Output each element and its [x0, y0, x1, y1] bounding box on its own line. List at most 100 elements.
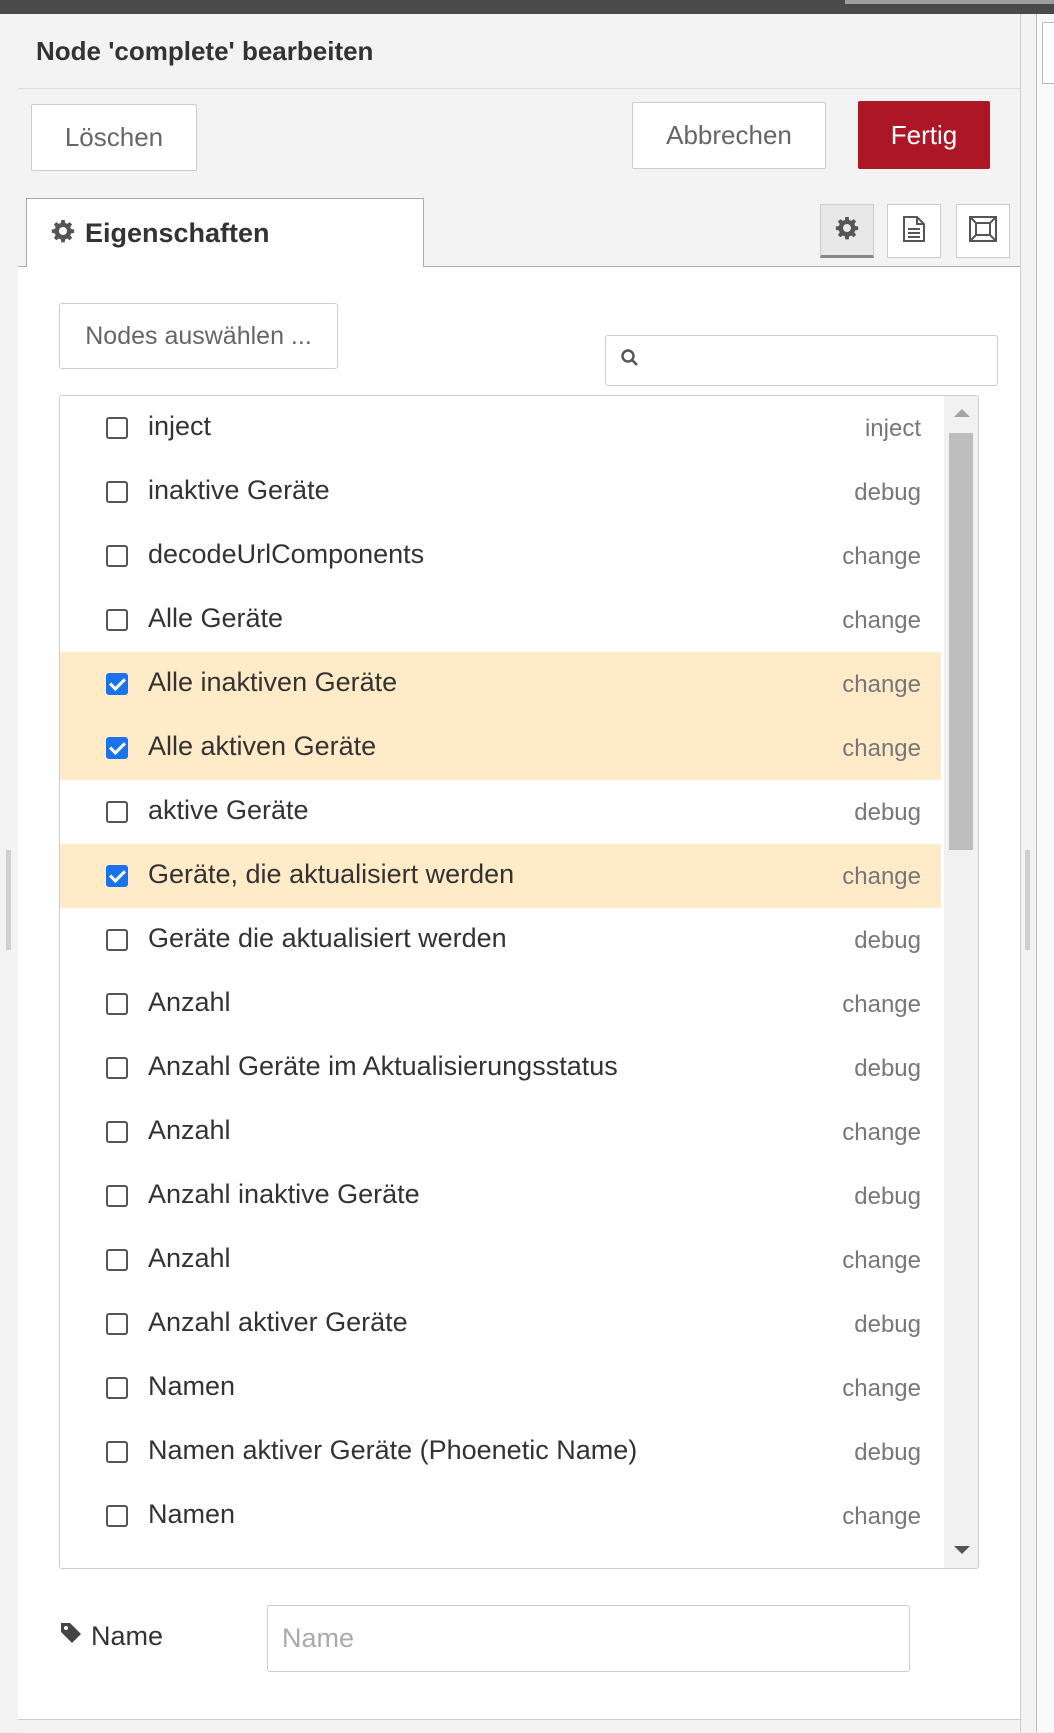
node-checkbox[interactable]	[106, 929, 128, 951]
node-label: Alle inaktiven Geräte	[148, 667, 398, 697]
node-checkbox[interactable]	[106, 609, 128, 631]
node-label: Anzahl	[148, 987, 231, 1017]
node-type: debug	[854, 799, 921, 826]
node-type: change	[842, 1247, 921, 1274]
node-checkbox[interactable]	[106, 801, 128, 823]
scroll-up-icon[interactable]	[954, 409, 970, 417]
list-item[interactable]: Geräte, die aktualisiert werden change	[60, 844, 941, 908]
node-label: aktive Geräte	[148, 795, 309, 825]
workspace-left-edge	[0, 14, 19, 1732]
tray-footer	[18, 1719, 1020, 1733]
list-item[interactable]: Anzahl change	[60, 1228, 941, 1292]
node-checkbox[interactable]	[106, 1441, 128, 1463]
node-type: debug	[854, 1311, 921, 1338]
node-checkbox[interactable]	[106, 1313, 128, 1335]
node-label: Anzahl aktiver Geräte	[148, 1307, 408, 1337]
delete-button[interactable]: Löschen	[31, 104, 197, 171]
cancel-button[interactable]: Abbrechen	[632, 102, 826, 169]
node-checkbox[interactable]	[106, 993, 128, 1015]
list-item[interactable]: Anzahl Geräte im Aktualisierungsstatus de…	[60, 1036, 941, 1100]
gear-icon	[51, 219, 75, 248]
tab-properties[interactable]: Eigenschaften	[26, 198, 424, 267]
tray-header: Node 'complete' bearbeiten	[18, 14, 1020, 89]
list-item[interactable]: Namen aktiver Geräte (Phoenetic Name) deb…	[60, 1420, 941, 1484]
node-checkbox[interactable]	[106, 481, 128, 503]
list-item[interactable]: Namen change	[60, 1356, 941, 1420]
node-label: Geräte die aktualisiert werden	[148, 923, 507, 953]
node-label: Alle aktiven Geräte	[148, 731, 377, 761]
list-item[interactable]: Namen change	[60, 1484, 941, 1548]
node-checkbox[interactable]	[106, 1505, 128, 1527]
node-label: Namen aktiver Geräte (Phoenetic Name)	[148, 1435, 638, 1465]
search-input[interactable]	[650, 346, 984, 375]
done-button[interactable]: Fertig	[858, 101, 990, 169]
node-label: Alle Geräte	[148, 603, 284, 633]
node-label: Geräte, die aktualisiert werden	[148, 859, 515, 889]
list-item[interactable]: Anzahl inaktive Geräte debug	[60, 1164, 941, 1228]
node-label: Anzahl	[148, 1115, 231, 1145]
node-checkbox[interactable]	[106, 865, 128, 887]
list-item[interactable]: inject inject	[60, 396, 941, 460]
tag-icon	[59, 1621, 83, 1652]
node-checkbox[interactable]	[106, 737, 128, 759]
node-label: Anzahl inaktive Geräte	[148, 1179, 420, 1209]
node-type: debug	[854, 927, 921, 954]
node-checkbox[interactable]	[106, 1249, 128, 1271]
sidebar-tab[interactable]	[1042, 22, 1054, 84]
tab-settings-button[interactable]	[820, 204, 874, 258]
tab-description-button[interactable]	[887, 204, 941, 258]
node-label: Namen	[148, 1499, 236, 1529]
name-input[interactable]	[267, 1605, 910, 1672]
resize-handle-left[interactable]	[6, 850, 11, 950]
node-type: change	[842, 607, 921, 634]
node-label: inject	[148, 411, 212, 441]
list-item[interactable]: Anzahl change	[60, 1100, 941, 1164]
list-item[interactable]: Geräte die aktualisiert werden debug	[60, 908, 941, 972]
node-label: Namen	[148, 1371, 236, 1401]
name-label: Name	[59, 1621, 163, 1652]
node-type: debug	[854, 1183, 921, 1210]
node-type: debug	[854, 479, 921, 506]
app-top-bar-highlight	[845, 0, 1054, 4]
select-nodes-button[interactable]: Nodes auswählen ...	[59, 303, 338, 369]
gear-icon	[835, 216, 859, 245]
node-type: change	[842, 735, 921, 762]
search-box	[605, 335, 998, 386]
node-checkbox[interactable]	[106, 545, 128, 567]
list-item[interactable]: Alle aktiven Geräte change	[60, 716, 941, 780]
list-item[interactable]: inaktive Geräte debug	[60, 460, 941, 524]
node-checkbox[interactable]	[106, 1121, 128, 1143]
node-checkbox[interactable]	[106, 417, 128, 439]
list-item[interactable]: Alle inaktiven Geräte change	[60, 652, 941, 716]
node-type: change	[842, 1119, 921, 1146]
node-type: debug	[854, 1439, 921, 1466]
list-item[interactable]: decodeUrlComponents change	[60, 524, 941, 588]
name-label-text: Name	[91, 1621, 164, 1651]
list-item[interactable]: Anzahl aktiver Geräte debug	[60, 1292, 941, 1356]
node-label: inaktive Geräte	[148, 475, 330, 505]
node-list-rows: inject inject inaktive Geräte debug decodeUr…	[60, 396, 941, 1548]
node-checkbox[interactable]	[106, 1377, 128, 1399]
list-item[interactable]: aktive Geräte debug	[60, 780, 941, 844]
scroll-down-icon[interactable]	[954, 1546, 970, 1554]
node-label: Anzahl Geräte im Aktualisierungsstatus	[148, 1051, 618, 1081]
node-type: change	[842, 863, 921, 890]
scrollbar[interactable]	[944, 396, 978, 1568]
scrollbar-thumb[interactable]	[949, 433, 973, 850]
tray-toolbar: Löschen Abbrechen Fertig	[18, 89, 1020, 195]
node-type: change	[842, 543, 921, 570]
node-checkbox[interactable]	[106, 1185, 128, 1207]
tab-appearance-button[interactable]	[956, 204, 1010, 258]
node-checkbox[interactable]	[106, 1057, 128, 1079]
node-label: Anzahl	[148, 1243, 231, 1273]
tab-bar: Eigenschaften	[18, 194, 1020, 267]
edit-tray: Node 'complete' bearbeiten Löschen Abbre…	[18, 14, 1020, 1733]
node-type: change	[842, 671, 921, 698]
document-icon	[901, 215, 927, 248]
list-item[interactable]: Alle Geräte change	[60, 588, 941, 652]
resize-handle-right[interactable]	[1025, 850, 1030, 950]
list-item[interactable]: Anzahl change	[60, 972, 941, 1036]
node-checkbox[interactable]	[106, 673, 128, 695]
search-icon	[620, 348, 640, 373]
sidebar-edge	[1036, 14, 1054, 1732]
